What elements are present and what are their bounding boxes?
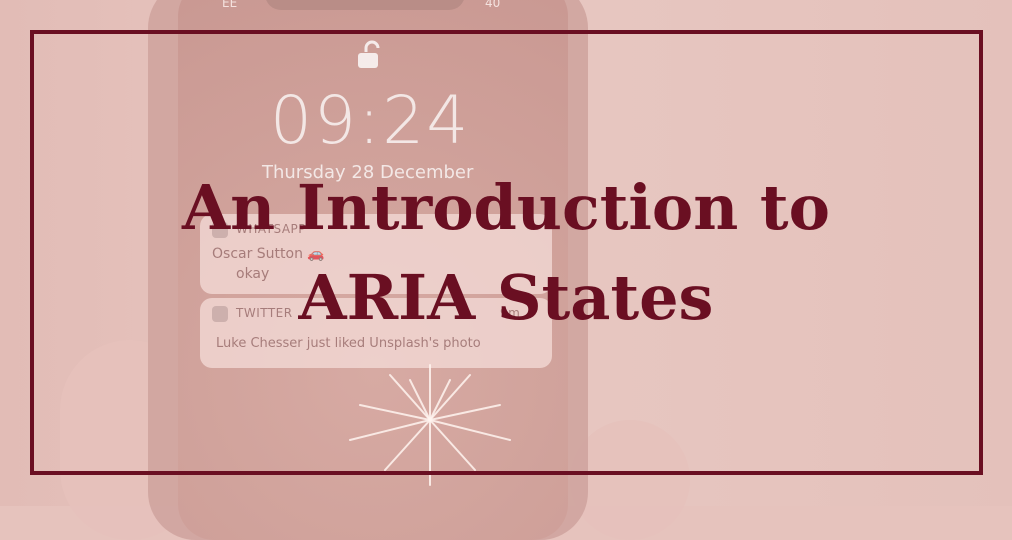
carrier-label: EE	[222, 0, 238, 10]
title-line-2: ARIA States	[298, 261, 714, 334]
network-label: 40	[485, 0, 501, 10]
title-line-1: An Introduction to	[182, 171, 830, 244]
phone-notch	[265, 0, 465, 10]
page-title: An Introduction to ARIA States	[0, 163, 1012, 343]
